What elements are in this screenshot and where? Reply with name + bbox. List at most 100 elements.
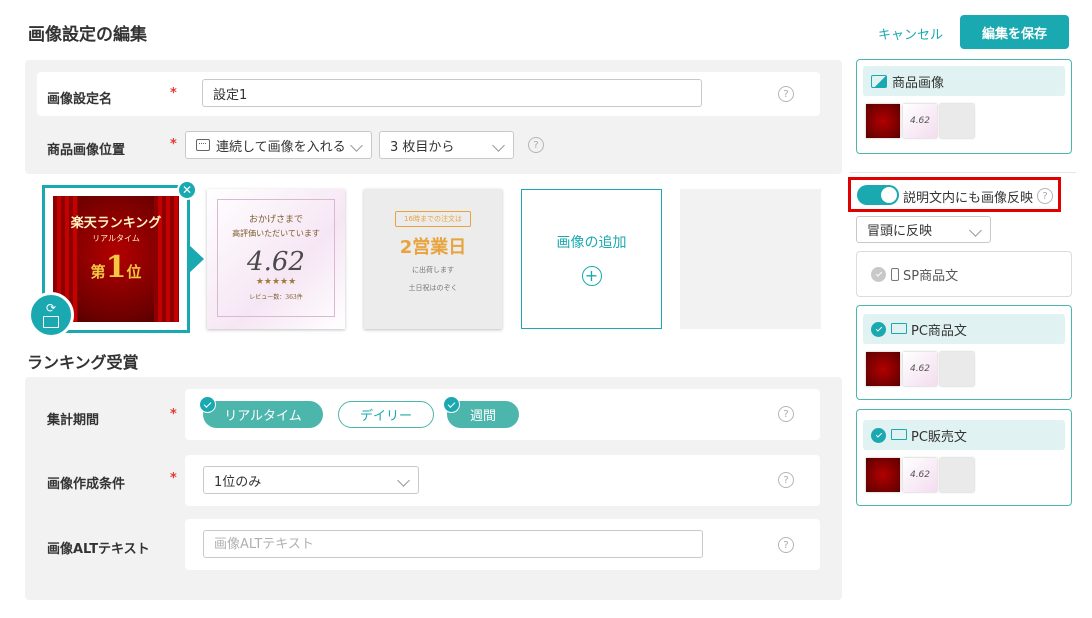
ranking-image-title: 楽天ランキング <box>70 216 162 231</box>
mini-review-thumb: 4.62 <box>903 104 937 138</box>
help-icon[interactable]: ? <box>1037 188 1053 204</box>
review-image[interactable]: おかげさまで 高評価いただいています 4.62 ★★★★★ レビュー数：363件 <box>207 189 345 329</box>
required-mark: * <box>170 471 177 486</box>
help-icon[interactable]: ? <box>778 537 794 553</box>
mini-score: 4.62 <box>909 116 931 126</box>
mini-score: 4.62 <box>909 364 931 374</box>
check-icon <box>871 321 886 337</box>
pill-weekly-label: 週間 <box>469 409 496 424</box>
mini-review-thumb: 4.62 <box>903 352 937 386</box>
delivery-image[interactable]: 16時までの注文は 2営業日 に出荷します 土日祝はのぞく <box>364 189 502 329</box>
pill-daily[interactable]: デイリー <box>338 401 434 428</box>
mini-delivery-thumb <box>940 352 974 386</box>
divider <box>850 172 1076 173</box>
reflect-toggle[interactable] <box>857 185 899 205</box>
ranking-image-suffix: 位 <box>126 263 142 281</box>
check-icon <box>443 396 460 413</box>
refresh-icon: ⟳ <box>45 301 57 315</box>
reflect-position-value: 冒頭に反映 <box>867 224 933 239</box>
product-image-thumbs: 4.62 <box>866 104 974 138</box>
reflect-toggle-label: 説明文内にも画像反映 <box>903 191 1034 206</box>
image-icon <box>43 316 59 328</box>
review-image-line2: 高評価いただいています <box>232 229 320 238</box>
ranking-panel: 集計期間 * リアルタイム デイリー 週間 ? 画像作成条件 * 1位のみ ? … <box>25 377 842 600</box>
setting-name-input[interactable] <box>202 79 702 107</box>
plus-icon: + <box>581 266 602 286</box>
save-button[interactable]: 編集を保存 <box>960 15 1069 49</box>
mini-delivery-thumb <box>940 104 974 138</box>
ranking-image-sub: リアルタイム <box>92 234 140 243</box>
pill-weekly[interactable]: 週間 <box>443 396 519 428</box>
period-row: リアルタイム デイリー 週間 ? <box>185 389 820 440</box>
pc-product-card[interactable]: PC商品文 4.62 <box>856 305 1072 400</box>
chevron-down-icon <box>350 139 363 152</box>
ranking-image-prefix: 第 <box>90 263 106 281</box>
ranking-section-title: ランキング受賞 <box>27 353 139 372</box>
smartphone-icon <box>891 267 899 281</box>
mini-score: 4.62 <box>909 470 931 480</box>
position-mode-select[interactable]: 連続して画像を入れる <box>185 131 372 159</box>
position-mode-value: 連続して画像を入れる <box>216 139 346 155</box>
page-title: 画像設定の編集 <box>28 25 147 45</box>
monitor-icon <box>891 428 907 440</box>
delivery-image-note: 土日祝はのぞく <box>408 284 458 292</box>
image-swap-button[interactable]: ⟳ <box>28 292 74 338</box>
mini-delivery-thumb <box>940 458 974 492</box>
review-image-stars: ★★★★★ <box>255 277 297 287</box>
pc-sales-header: PC販売文 <box>863 420 1065 450</box>
pill-realtime[interactable]: リアルタイム <box>199 396 323 428</box>
review-image-score: 4.62 <box>247 247 305 277</box>
mini-ranking-thumb <box>866 104 900 138</box>
alt-text-label: 画像ALTテキスト <box>47 542 150 557</box>
check-icon <box>199 396 216 413</box>
pc-product-label: PC商品文 <box>911 323 967 339</box>
required-mark: * <box>170 407 177 422</box>
mini-review-thumb: 4.62 <box>903 458 937 492</box>
delivery-image-badge: 16時までの注文は <box>395 211 471 227</box>
ranking-image-number: 1 <box>105 250 127 285</box>
help-icon[interactable]: ? <box>778 86 794 102</box>
image-insert-icon <box>196 139 210 151</box>
product-image-label: 商品画像 <box>892 75 945 91</box>
pc-sales-thumbs: 4.62 <box>866 458 974 492</box>
help-icon[interactable]: ? <box>778 406 794 422</box>
image-position-label: 商品画像位置 <box>47 143 126 158</box>
sp-product-option[interactable]: SP商品文 <box>856 251 1072 297</box>
mini-ranking-thumb <box>866 352 900 386</box>
condition-label: 画像作成条件 <box>47 477 126 492</box>
check-icon <box>871 427 886 443</box>
mini-ranking-thumb <box>866 458 900 492</box>
condition-value: 1位のみ <box>214 474 262 490</box>
pill-realtime-label: リアルタイム <box>224 409 302 424</box>
review-image-line1: おかげさまで <box>248 215 303 225</box>
pc-sales-card[interactable]: PC販売文 4.62 <box>856 409 1072 506</box>
close-icon[interactable]: ✕ <box>177 180 197 200</box>
required-mark: * <box>170 86 177 101</box>
monitor-icon <box>891 322 907 334</box>
product-image-card: 商品画像 4.62 <box>856 59 1072 154</box>
product-image-header: 商品画像 <box>863 66 1065 96</box>
setting-name-row: 画像設定名 * ? <box>37 72 820 116</box>
position-start-select[interactable]: 3 枚目から <box>379 131 514 159</box>
chevron-down-icon <box>397 474 410 487</box>
condition-select[interactable]: 1位のみ <box>203 466 419 494</box>
review-image-count: レビュー数：363件 <box>249 294 303 301</box>
alt-text-input[interactable] <box>203 530 703 558</box>
reflect-position-select[interactable]: 冒頭に反映 <box>856 216 991 243</box>
chevron-down-icon <box>969 224 982 237</box>
pc-product-header: PC商品文 <box>863 314 1065 344</box>
check-icon <box>871 266 886 282</box>
cancel-button[interactable]: キャンセル <box>878 24 943 43</box>
help-icon[interactable]: ? <box>778 472 794 488</box>
condition-row: 1位のみ ? <box>185 455 820 506</box>
pill-daily-label: デイリー <box>359 409 412 424</box>
delivery-image-sub: に出荷します <box>412 266 454 274</box>
alt-text-row: ? <box>185 519 820 570</box>
period-label: 集計期間 <box>47 413 100 428</box>
empty-image-slot <box>680 189 821 329</box>
help-icon[interactable]: ? <box>528 137 544 153</box>
setting-name-label: 画像設定名 <box>47 92 113 107</box>
chevron-down-icon <box>492 139 505 152</box>
add-image-button[interactable]: 画像の追加 + <box>521 189 662 329</box>
delivery-image-title: 2営業日 <box>399 237 467 258</box>
